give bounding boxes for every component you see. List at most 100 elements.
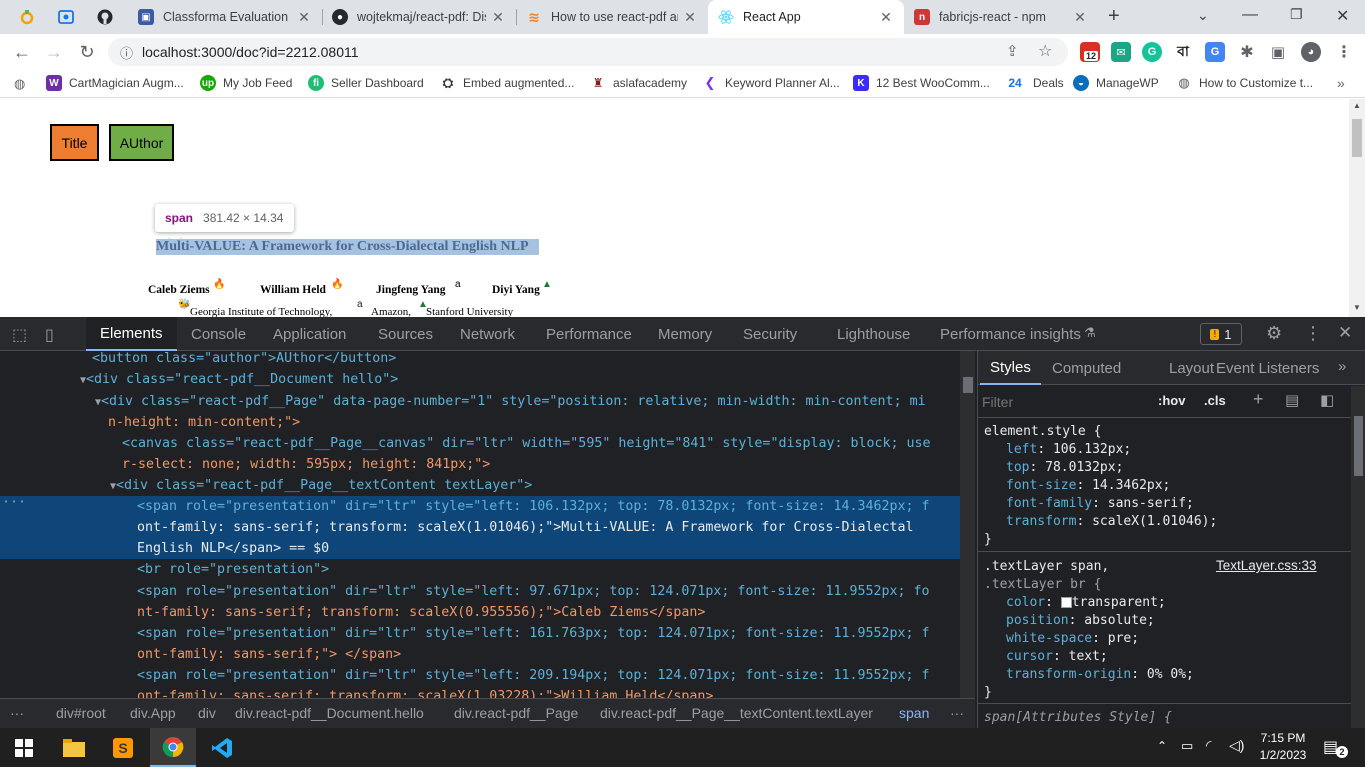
breadcrumb-item[interactable]: div#root bbox=[56, 705, 106, 721]
pinned-tab-icon[interactable] bbox=[57, 8, 75, 26]
close-icon[interactable]: ✕ bbox=[878, 9, 894, 26]
tab-search-button[interactable]: ⌄ bbox=[1197, 7, 1209, 24]
tab-memory[interactable]: Memory bbox=[658, 317, 712, 351]
dom-node-line[interactable]: n-height: min-content;"> bbox=[0, 412, 960, 433]
paint-icon[interactable]: ▤ bbox=[1285, 391, 1299, 409]
breadcrumb-item[interactable]: div.react-pdf__Document.hello bbox=[235, 705, 424, 721]
dom-node-line[interactable]: <span role="presentation" dir="ltr" styl… bbox=[0, 623, 960, 644]
extensions-puzzle-icon[interactable]: ✱ bbox=[1237, 42, 1257, 62]
css-property[interactable]: top: 78.0132px; bbox=[1006, 459, 1123, 477]
scrollbar-thumb[interactable] bbox=[1354, 416, 1363, 476]
dom-node-line[interactable]: ▼<div class="react-pdf__Page__textConten… bbox=[0, 475, 960, 496]
styles-scrollbar[interactable] bbox=[1351, 386, 1365, 728]
avatar[interactable]: ◕ bbox=[1301, 42, 1321, 62]
tab-network[interactable]: Network bbox=[460, 317, 515, 351]
bookmark-item[interactable]: ♜ aslafacademy bbox=[590, 75, 687, 91]
wifi-icon[interactable]: ◜ bbox=[1206, 737, 1211, 754]
browser-tab[interactable]: n fabricjs-react - npm ✕ bbox=[904, 0, 1098, 34]
tab-performance-insights[interactable]: Performance insights bbox=[940, 317, 1081, 351]
dom-node-line[interactable]: <br role="presentation"> bbox=[0, 559, 960, 580]
bookmark-item[interactable]: K 12 Best WooComm... bbox=[853, 75, 990, 91]
dom-node-line[interactable]: ont-family: sans-serif; transform: scale… bbox=[0, 686, 960, 698]
chrome-icon[interactable] bbox=[150, 728, 196, 767]
styles-filter-input[interactable] bbox=[982, 390, 1144, 414]
sublime-text-icon[interactable]: S bbox=[109, 734, 137, 762]
forward-button[interactable]: → bbox=[42, 40, 66, 64]
breadcrumb-item[interactable]: div.react-pdf__Page__textContent.textLay… bbox=[600, 705, 873, 721]
issues-counter[interactable]: ! 1 bbox=[1200, 323, 1242, 345]
browser-tab[interactable]: ▣ Classforma Evaluation ✕ bbox=[128, 0, 322, 34]
browser-tab-active[interactable]: React App ✕ bbox=[708, 0, 904, 34]
bengali-extension-icon[interactable]: বা bbox=[1173, 42, 1193, 62]
scroll-down-icon[interactable]: ▼ bbox=[1353, 303, 1361, 312]
page-scrollbar[interactable]: ▲ ▼ bbox=[1349, 99, 1365, 317]
tab-security[interactable]: Security bbox=[743, 317, 797, 351]
css-property[interactable]: transform-origin: 0% 0%; bbox=[1006, 666, 1194, 684]
scrollbar-thumb[interactable] bbox=[1352, 119, 1362, 157]
close-icon[interactable]: ✕ bbox=[296, 9, 312, 26]
css-property[interactable]: transform: scaleX(1.01046); bbox=[1006, 513, 1217, 531]
dom-node-line[interactable]: <span role="presentation" dir="ltr" styl… bbox=[0, 496, 960, 517]
file-explorer-icon[interactable] bbox=[60, 734, 88, 762]
author-button[interactable]: AUthor bbox=[109, 124, 174, 161]
tab-console[interactable]: Console bbox=[191, 317, 246, 351]
sidebar-toggle-icon[interactable]: ◧ bbox=[1320, 391, 1334, 409]
css-property[interactable]: left: 106.132px; bbox=[1006, 441, 1131, 459]
bookmark-item[interactable]: ❮ Keyword Planner Al... bbox=[702, 75, 840, 91]
dom-node-line[interactable]: English NLP</span> == $0 bbox=[0, 538, 960, 559]
bookmark-item[interactable]: fi Seller Dashboard bbox=[308, 75, 424, 91]
tab-layout[interactable]: Layout bbox=[1169, 351, 1214, 385]
globe-icon[interactable]: ◍ bbox=[14, 76, 25, 92]
bookmark-item[interactable]: 24 Deals bbox=[1004, 75, 1063, 91]
more-options-icon[interactable]: ⋮ bbox=[1304, 323, 1322, 344]
tab-elements[interactable]: Elements bbox=[86, 317, 177, 351]
breadcrumb-item[interactable]: div.App bbox=[130, 705, 176, 721]
minimize-button[interactable]: — bbox=[1242, 6, 1258, 24]
affiliation[interactable]: Stanford University bbox=[426, 306, 513, 317]
close-window-button[interactable]: ✕ bbox=[1336, 6, 1349, 26]
bookmark-item[interactable]: ◒ ManageWP bbox=[1073, 75, 1159, 91]
source-link[interactable]: TextLayer.css:33 bbox=[1216, 558, 1317, 573]
calendar-extension-icon[interactable]: 12 bbox=[1080, 42, 1100, 62]
dom-node-line[interactable]: ▼<div class="react-pdf__Document hello"> bbox=[0, 369, 960, 390]
paper-title[interactable]: Multi-VALUE: A Framework for Cross-Diale… bbox=[156, 239, 539, 255]
css-property[interactable]: font-family: sans-serif; bbox=[1006, 495, 1194, 513]
breadcrumb-ellipsis[interactable]: ··· bbox=[10, 705, 24, 721]
close-icon[interactable]: ✕ bbox=[1338, 323, 1352, 343]
pinned-tab-icon[interactable] bbox=[18, 8, 36, 26]
tab-sources[interactable]: Sources bbox=[378, 317, 433, 351]
css-property[interactable]: font-size: 14.3462px; bbox=[1006, 477, 1170, 495]
github-icon[interactable] bbox=[96, 8, 114, 26]
chevron-up-icon[interactable]: ⌃ bbox=[1157, 739, 1167, 753]
tab-event-listeners[interactable]: Event Listeners bbox=[1216, 351, 1319, 385]
dom-node-line[interactable]: r-select: none; width: 595px; height: 84… bbox=[0, 454, 960, 475]
back-button[interactable]: ← bbox=[10, 40, 34, 64]
dom-node-line[interactable]: <span role="presentation" dir="ltr" styl… bbox=[0, 665, 960, 686]
hov-toggle[interactable]: :hov bbox=[1158, 393, 1185, 408]
add-rule-icon[interactable]: + bbox=[1253, 389, 1264, 410]
bookmark-item[interactable]: up My Job Feed bbox=[200, 75, 292, 91]
breadcrumb-item[interactable]: div bbox=[198, 705, 216, 721]
tab-performance[interactable]: Performance bbox=[546, 317, 632, 351]
translate-icon[interactable]: G bbox=[1205, 42, 1225, 62]
browser-tab[interactable]: ● wojtekmaj/react-pdf: Dis ✕ bbox=[322, 0, 516, 34]
restore-button[interactable]: ❐ bbox=[1290, 6, 1303, 23]
close-icon[interactable]: ✕ bbox=[1072, 9, 1088, 26]
reload-button[interactable]: ↻ bbox=[75, 40, 99, 64]
dom-node-line[interactable]: <canvas class="react-pdf__Page__canvas" … bbox=[0, 433, 960, 454]
bookmark-item[interactable]: W CartMagician Augm... bbox=[46, 75, 184, 91]
address-bar[interactable]: ⓘ localhost:3000/doc?id=2212.08011 ⇪ ☆ bbox=[108, 38, 1068, 66]
browser-tab[interactable]: ≋ How to use react-pdf an ✕ bbox=[516, 0, 708, 34]
device-toggle-icon[interactable]: ▯ bbox=[45, 325, 54, 345]
dom-node-line[interactable]: ▼<div class="react-pdf__Page" data-page-… bbox=[0, 391, 960, 412]
new-tab-button[interactable]: + bbox=[1108, 5, 1120, 28]
close-icon[interactable]: ✕ bbox=[490, 9, 506, 26]
volume-icon[interactable]: ◁) bbox=[1229, 737, 1244, 754]
css-property[interactable]: color: transparent; bbox=[1006, 594, 1166, 612]
dom-node-line[interactable]: ont-family: sans-serif; transform: scale… bbox=[0, 517, 960, 538]
mail-extension-icon[interactable]: ✉ bbox=[1111, 42, 1131, 62]
windows-start-icon[interactable] bbox=[10, 734, 38, 762]
menu-kebab-icon[interactable]: ⋮ bbox=[1334, 42, 1354, 62]
close-icon[interactable]: ✕ bbox=[682, 9, 698, 26]
css-property[interactable]: position: absolute; bbox=[1006, 612, 1155, 630]
